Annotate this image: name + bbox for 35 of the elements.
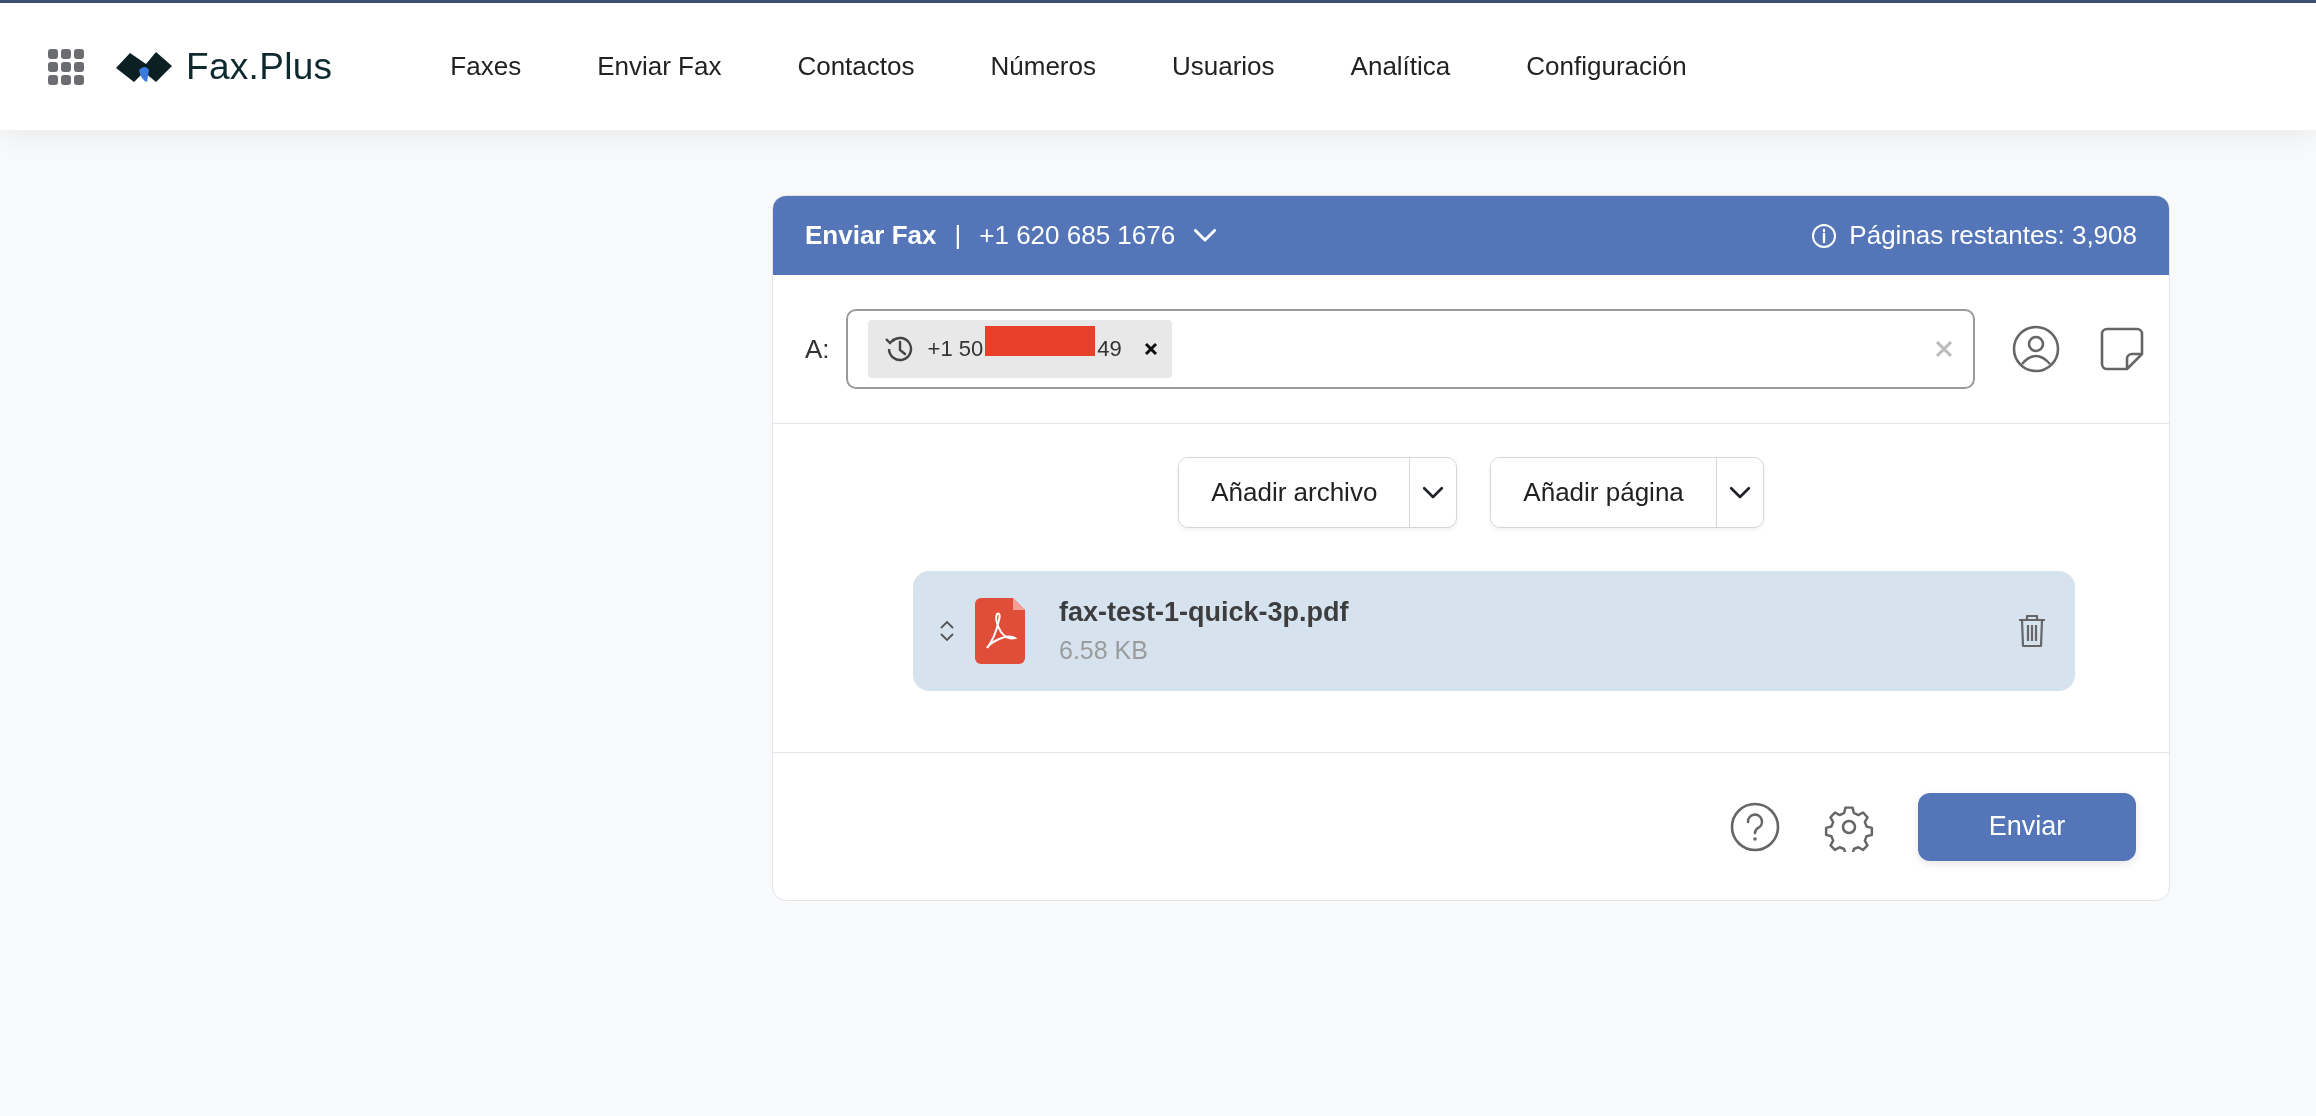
add-button[interactable]: Añadir archivo — [1179, 458, 1410, 527]
chevron-down-icon — [1422, 485, 1445, 500]
remove-icon[interactable] — [1143, 342, 1158, 356]
delete-icon[interactable] — [2017, 613, 2047, 649]
contact-icon[interactable] — [2011, 324, 2061, 374]
recipient-chip[interactable]: +1 50 49 — [867, 320, 1172, 378]
chip-text: +1 50 — [927, 336, 984, 362]
nav-link[interactable]: Configuración — [1526, 51, 1687, 82]
info-icon — [1811, 222, 1838, 249]
nav-link[interactable]: Contactos — [797, 51, 915, 82]
send-button[interactable]: Enviar — [1918, 792, 2136, 861]
pages-remaining: Páginas restantes: 3,908 — [1849, 220, 2137, 251]
note-icon[interactable] — [2099, 326, 2145, 372]
nav-link[interactable]: Usuarios — [1172, 51, 1275, 82]
nav-link[interactable]: Faxes — [450, 51, 522, 82]
reorder-icon[interactable] — [939, 619, 955, 643]
chip-text: 49 — [1097, 336, 1122, 362]
separator: | — [954, 220, 962, 251]
pdf-file-icon — [975, 598, 1025, 664]
nav-link[interactable]: Números — [990, 51, 1096, 82]
chevron-down-icon — [1728, 485, 1751, 500]
help-icon[interactable] — [1730, 801, 1780, 852]
nav-link[interactable]: Analítica — [1350, 51, 1451, 82]
recipient-field[interactable]: +1 50 49 — [845, 309, 1975, 389]
fax-number-dropdown[interactable]: +1 620 685 1676 — [979, 220, 1218, 251]
card-title: Enviar Fax — [805, 220, 937, 251]
logo-icon — [116, 49, 172, 84]
apps-grid-icon[interactable] — [48, 48, 84, 85]
nav-link[interactable]: Enviar Fax — [597, 51, 722, 82]
recipient-label: A: — [805, 333, 830, 365]
chevron-down-icon — [1193, 228, 1218, 243]
file-name: fax-test-1-quick-3p.pdf — [1059, 597, 1349, 628]
add-button[interactable]: Añadir página — [1491, 458, 1716, 527]
logo-text: Fax.Plus — [186, 45, 333, 88]
file-size: 6.58 KB — [1059, 636, 1149, 665]
